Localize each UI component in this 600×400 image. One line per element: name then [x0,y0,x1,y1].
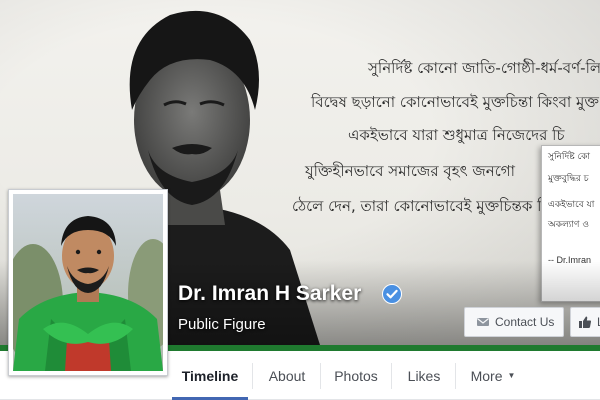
nav-divider [252,363,253,389]
envelope-icon [477,318,489,326]
popup-line: সুনির্দিষ্ট কো [548,152,591,162]
profile-photo-image [13,194,163,371]
nav-divider [391,363,392,389]
tab-likes[interactable]: Likes [396,351,452,400]
quote-line: ঠেলে দেন, তারা কোনোভাবেই মুক্তচিন্তক বি [292,197,550,215]
page-category[interactable]: Public Figure [178,316,266,333]
quote-line: বিদ্বেষ ছড়ানো কোনোভাবেই মুক্তচিন্তা কিং… [311,93,599,111]
tab-timeline[interactable]: Timeline [172,351,248,400]
thumbs-up-icon [579,316,592,328]
tab-more-label: More [470,367,503,384]
quote-line: সুনির্দিষ্ট কোনো জাতি-গোষ্ঠী-ধর্ম-বর্ণ-ল… [368,59,600,77]
quote-line: একইভাবে যারা শুধুমাত্র নিজেদের চি [348,126,565,144]
tab-about[interactable]: About [257,351,317,400]
contact-us-button[interactable]: Contact Us [464,307,564,337]
tab-photos[interactable]: Photos [325,351,387,400]
popup-line: মুক্তবুদ্ধির চ [548,174,589,184]
quote-line: যুক্তিহীনভাবে সমাজের বৃহৎ জনগো [305,162,515,180]
popup-line: অকল্যাণ ও [548,220,589,230]
chevron-down-icon: ▼ [507,371,516,380]
popup-line: একইভাবে যা [548,200,595,210]
verified-badge-icon [382,284,402,304]
tab-more[interactable]: More ▼ [460,351,526,400]
like-page-button[interactable]: L [570,307,600,337]
nav-divider [455,363,456,389]
profile-picture[interactable] [8,189,168,376]
nav-divider [320,363,321,389]
page-title[interactable]: Dr. Imran H Sarker [178,282,361,306]
contact-us-label: Contact Us [495,315,555,329]
